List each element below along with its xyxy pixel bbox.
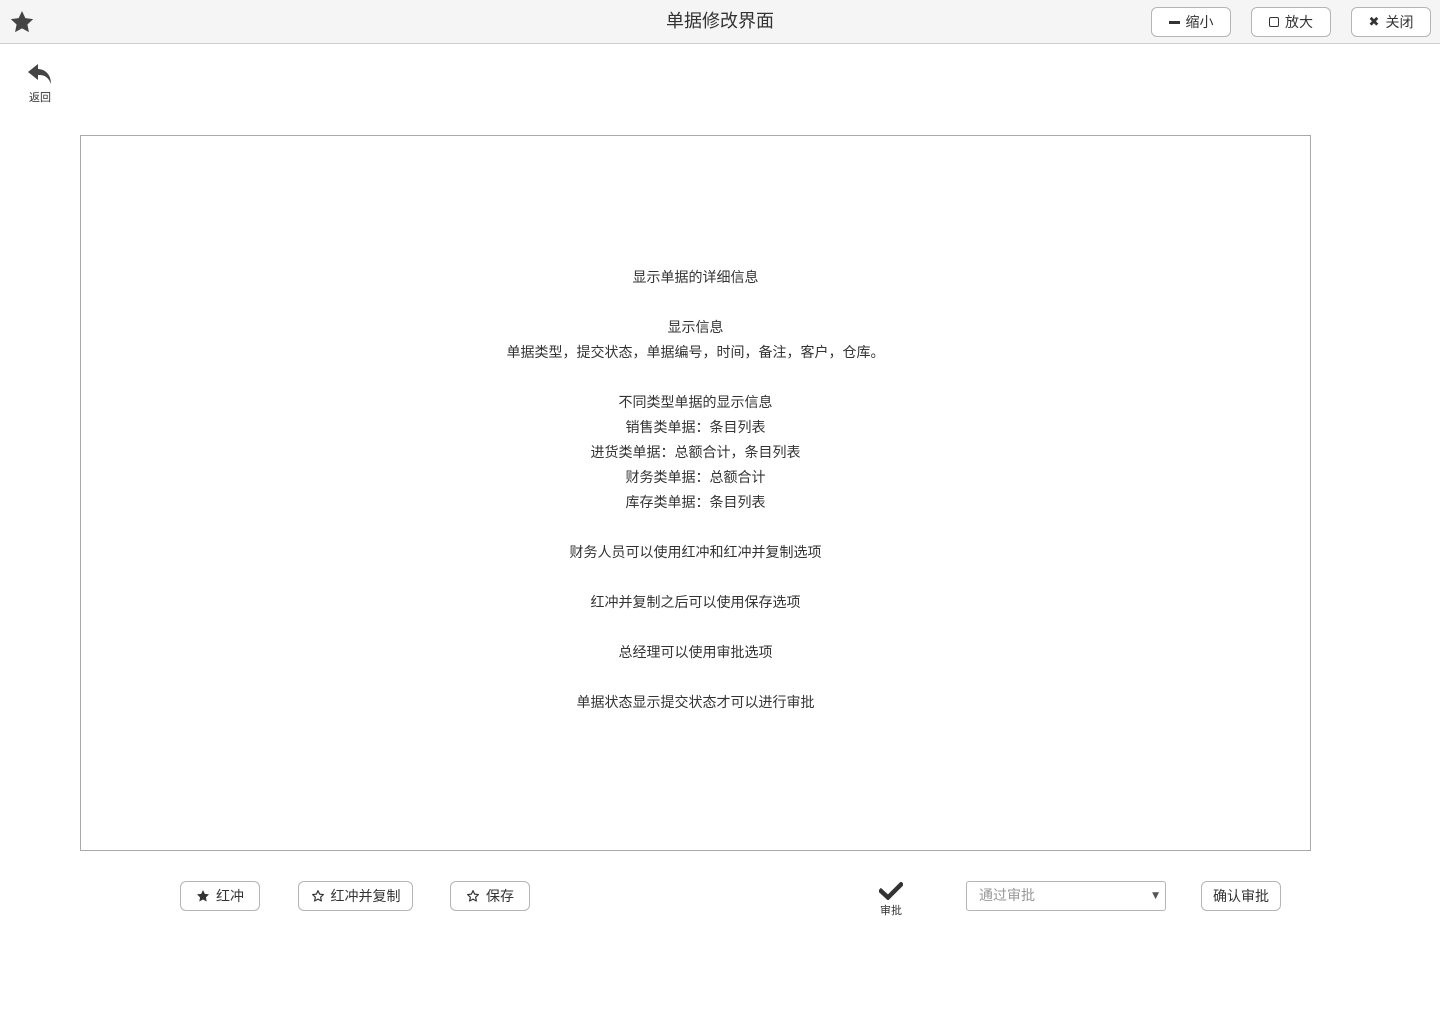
star-outline-icon	[466, 890, 480, 902]
red-flush-copy-label: 红冲并复制	[330, 889, 401, 905]
info-spacer	[81, 566, 1310, 591]
info-line: 红冲并复制之后可以使用保存选项	[590, 595, 801, 611]
star-filled-icon	[196, 890, 210, 902]
save-label: 保存	[486, 889, 514, 905]
maximize-button[interactable]: 放大	[1251, 7, 1331, 37]
info-line: 销售类单据：条目列表	[625, 420, 766, 436]
app-star-icon[interactable]	[9, 9, 35, 35]
red-flush-label: 红冲	[216, 889, 244, 905]
document-info-panel: 显示单据的详细信息 显示信息单据类型，提交状态，单据编号，时间，备注，客户，仓库。…	[80, 135, 1311, 851]
close-button[interactable]: ✖ 关闭	[1351, 7, 1431, 37]
confirm-approval-label: 确认审批	[1213, 889, 1269, 905]
info-line: 财务人员可以使用红冲和红冲并复制选项	[569, 545, 822, 561]
info-spacer	[81, 366, 1310, 391]
info-spacer	[81, 616, 1310, 641]
info-line: 单据类型，提交状态，单据编号，时间，备注，客户，仓库。	[506, 345, 885, 361]
undo-arrow-icon	[28, 64, 51, 84]
approve-label: 审批	[880, 904, 902, 917]
star-outline-icon	[311, 890, 324, 902]
save-button[interactable]: 保存	[450, 881, 530, 911]
minimize-label: 缩小	[1185, 15, 1214, 31]
minimize-button[interactable]: 缩小	[1151, 7, 1231, 37]
approval-select[interactable]: 通过审批 ▼	[966, 881, 1166, 911]
info-line: 库存类单据：条目列表	[625, 495, 766, 511]
minus-icon	[1168, 20, 1180, 24]
info-line: 进货类单据：总额合计，条目列表	[590, 445, 801, 461]
info-line: 不同类型单据的显示信息	[618, 395, 773, 411]
back-label: 返回	[29, 91, 51, 104]
approve-button[interactable]: 审批	[872, 882, 910, 922]
confirm-approval-button[interactable]: 确认审批	[1201, 881, 1281, 911]
square-icon	[1269, 17, 1279, 27]
maximize-label: 放大	[1285, 15, 1313, 31]
info-spacer	[81, 666, 1310, 691]
caret-down-icon: ▼	[1152, 891, 1159, 901]
info-line: 显示单据的详细信息	[632, 270, 759, 286]
checkmark-icon	[879, 882, 903, 900]
approval-select-value: 通过审批	[979, 888, 1035, 904]
info-spacer	[81, 516, 1310, 541]
title-bar: 单据修改界面 缩小 放大 ✖ 关闭	[0, 0, 1440, 44]
info-line: 财务类单据：总额合计	[625, 470, 766, 486]
info-line: 显示信息	[667, 320, 724, 336]
info-spacer	[81, 291, 1310, 316]
red-flush-copy-button[interactable]: 红冲并复制	[298, 881, 413, 911]
info-line: 单据状态显示提交状态才可以进行审批	[576, 695, 815, 711]
info-text: 显示单据的详细信息 显示信息单据类型，提交状态，单据编号，时间，备注，客户，仓库。…	[81, 266, 1310, 716]
red-flush-button[interactable]: 红冲	[180, 881, 260, 911]
close-label: 关闭	[1385, 15, 1414, 31]
info-line: 总经理可以使用审批选项	[618, 645, 773, 661]
close-icon: ✖	[1368, 14, 1380, 30]
back-button[interactable]: 返回	[22, 62, 58, 106]
